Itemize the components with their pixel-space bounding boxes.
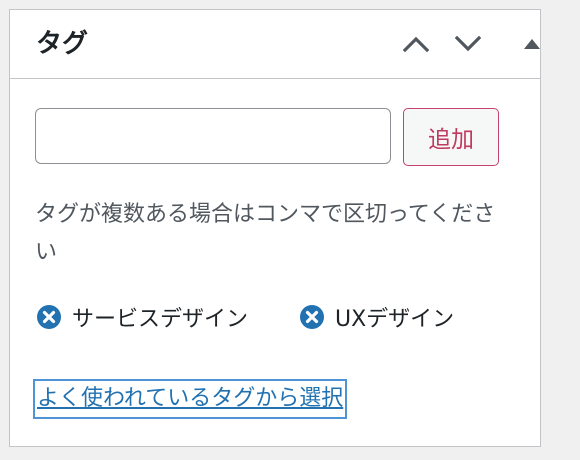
toggle-panel-button[interactable] <box>512 24 552 64</box>
new-tag-input[interactable] <box>35 108 391 164</box>
tag-label: UXデザイン <box>335 307 455 332</box>
tag-item: サービスデザイン <box>36 302 248 332</box>
choose-popular-tags-link[interactable]: よく使われているタグから選択 <box>34 380 347 418</box>
chevron-up-icon <box>403 36 429 52</box>
tags-panel: タグ 追加 タグが複数ある場合はコンマで区切ってください サービスデザイン UX… <box>9 9 541 447</box>
tag-item: UXデザイン <box>299 302 454 332</box>
move-up-button[interactable] <box>396 24 436 64</box>
add-tag-button[interactable]: 追加 <box>403 108 499 166</box>
remove-circle-x-icon[interactable] <box>299 304 325 330</box>
move-down-button[interactable] <box>448 24 488 64</box>
panel-header: タグ <box>10 10 540 79</box>
remove-circle-x-icon[interactable] <box>36 304 62 330</box>
tag-label: サービスデザイン <box>72 307 249 332</box>
triangle-up-icon <box>524 39 540 49</box>
help-text: タグが複数ある場合はコンマで区切ってください <box>35 202 496 265</box>
panel-title: タグ <box>36 29 89 59</box>
chevron-down-icon <box>455 36 481 52</box>
